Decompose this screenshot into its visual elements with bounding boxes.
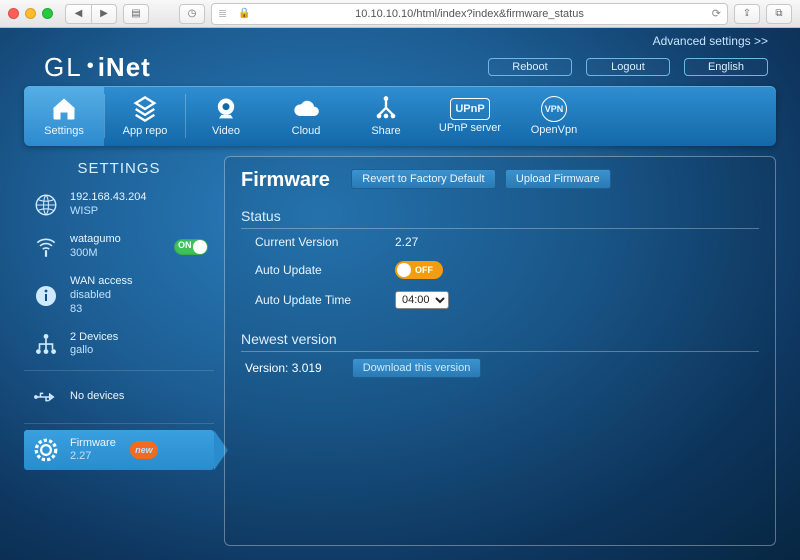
sidebar-item-lan[interactable]: 2 Devicesgallo: [24, 324, 214, 364]
url-text: 10.10.10.10/html/index?index&firmware_st…: [355, 8, 584, 20]
gear-icon: [32, 436, 60, 464]
sidebar-separator: [24, 370, 214, 371]
browser-toolbar: ◀ ▶ ▤ ◷ ≣ 🔒 10.10.10.10/html/index?index…: [0, 0, 800, 28]
nav-share-label: Share: [371, 125, 400, 137]
advanced-settings-link[interactable]: Advanced settings >>: [653, 34, 768, 48]
globe-icon: [32, 191, 60, 219]
router-admin-page: Advanced settings >> GL • iNet Reboot Lo…: [0, 28, 800, 560]
internet-ip: 192.168.43.204: [70, 191, 146, 205]
share-fork-icon: [372, 95, 400, 123]
brand-logo: GL • iNet: [44, 52, 151, 83]
nav-settings[interactable]: Settings: [24, 86, 104, 146]
sidebar-item-usb[interactable]: No devices: [24, 377, 214, 417]
lan-line2: gallo: [70, 344, 118, 358]
row-current-version: Current Version 2.27: [241, 229, 759, 255]
newest-version-value: 3.019: [292, 361, 322, 375]
back-button[interactable]: ◀: [65, 4, 91, 24]
auto-update-label: Auto Update: [255, 263, 395, 277]
language-button[interactable]: English: [684, 58, 768, 76]
status-heading: Status: [241, 200, 759, 229]
nav-upnp[interactable]: UPnP UPnP server: [426, 86, 514, 146]
apps-icon: [131, 95, 159, 123]
webcam-icon: [212, 95, 240, 123]
nav-app-repo-label: App repo: [123, 125, 168, 137]
main-panel: Firmware Revert to Factory Default Uploa…: [224, 156, 776, 546]
wan-line3: 83: [70, 303, 133, 317]
firmware-line2: 2.27: [70, 450, 116, 464]
nav-share[interactable]: Share: [346, 86, 426, 146]
reload-icon[interactable]: ⟳: [712, 7, 721, 20]
nav-openvpn-label: OpenVpn: [531, 124, 577, 136]
firmware-line1: Firmware: [70, 437, 116, 451]
auto-update-time-label: Auto Update Time: [255, 293, 395, 307]
newest-version-label: Version:: [245, 361, 288, 375]
forward-button[interactable]: ▶: [91, 4, 117, 24]
auto-update-toggle-label: OFF: [415, 265, 433, 275]
nav-settings-label: Settings: [44, 125, 84, 137]
info-circle-icon: [32, 282, 60, 310]
logo-gl: GL: [44, 52, 83, 83]
internet-mode: WISP: [70, 205, 146, 219]
nav-video[interactable]: Video: [186, 86, 266, 146]
logo-dot: •: [87, 55, 94, 78]
revert-factory-button[interactable]: Revert to Factory Default: [351, 169, 495, 189]
tabs-button[interactable]: ⧉: [766, 4, 792, 24]
current-version-label: Current Version: [255, 235, 395, 249]
sidebar-item-wifi[interactable]: watagumo300M ON: [24, 227, 214, 267]
usb-line1: No devices: [70, 390, 124, 404]
nav-cloud-label: Cloud: [292, 125, 321, 137]
wifi-toggle-label: ON: [178, 240, 192, 251]
nav-cloud[interactable]: Cloud: [266, 86, 346, 146]
wan-line2: disabled: [70, 289, 133, 303]
sidebar-item-wan[interactable]: WAN accessdisabled83: [24, 269, 214, 322]
nav-video-label: Video: [212, 125, 240, 137]
sidebar-toggle-button[interactable]: ▤: [123, 4, 149, 24]
row-auto-update: Auto Update OFF: [241, 255, 759, 285]
current-version-value: 2.27: [395, 235, 418, 249]
nav-app-repo[interactable]: App repo: [105, 86, 185, 146]
download-version-button[interactable]: Download this version: [352, 358, 482, 378]
top-nav: Settings App repo Video Cloud Share UPnP…: [24, 86, 776, 146]
reader-icon: ≣: [218, 7, 227, 20]
upnp-badge-icon: UPnP: [450, 98, 490, 120]
share-button[interactable]: ⇪: [734, 4, 760, 24]
wifi-rate: 300M: [70, 247, 121, 261]
vpn-badge-icon: VPN: [541, 96, 567, 122]
logo-inet: iNet: [98, 52, 151, 83]
lan-line1: 2 Devices: [70, 331, 118, 345]
sidebar-title: SETTINGS: [24, 156, 214, 183]
wifi-toggle[interactable]: ON: [174, 239, 208, 255]
window-traffic-lights[interactable]: [8, 8, 53, 19]
nav-openvpn[interactable]: VPN OpenVpn: [514, 86, 594, 146]
auto-update-time-select[interactable]: 04:00: [395, 291, 449, 309]
nav-upnp-label: UPnP server: [439, 122, 501, 134]
newest-heading: Newest version: [241, 323, 759, 352]
new-badge: new: [130, 441, 158, 459]
row-auto-update-time: Auto Update Time 04:00: [241, 285, 759, 315]
sidebar-item-internet[interactable]: 192.168.43.204WISP: [24, 185, 214, 225]
content-area: SETTINGS 192.168.43.204WISP watagumo300M…: [24, 156, 776, 546]
sidebar-item-firmware[interactable]: Firmware2.27 new: [24, 430, 214, 470]
auto-update-toggle[interactable]: OFF: [395, 261, 443, 279]
cloud-icon: [292, 95, 320, 123]
reboot-button[interactable]: Reboot: [488, 58, 572, 76]
wifi-ssid: watagumo: [70, 233, 121, 247]
row-newest-version: Version: 3.019 Download this version: [241, 352, 759, 378]
privacy-button[interactable]: ◷: [179, 4, 205, 24]
main-header-row: Firmware Revert to Factory Default Uploa…: [241, 169, 759, 192]
wifi-antenna-icon: [32, 233, 60, 261]
wan-line1: WAN access: [70, 275, 133, 289]
sidebar: SETTINGS 192.168.43.204WISP watagumo300M…: [24, 156, 214, 546]
upload-firmware-button[interactable]: Upload Firmware: [505, 169, 611, 189]
url-bar[interactable]: ≣ 🔒 10.10.10.10/html/index?index&firmwar…: [211, 3, 728, 25]
page-title: Firmware: [241, 169, 330, 192]
header-buttons: Reboot Logout English: [488, 58, 768, 76]
home-icon: [50, 95, 78, 123]
usb-icon: [32, 383, 60, 411]
network-icon: [32, 330, 60, 358]
lock-icon: 🔒: [238, 8, 250, 19]
sidebar-separator: [24, 423, 214, 424]
logout-button[interactable]: Logout: [586, 58, 670, 76]
